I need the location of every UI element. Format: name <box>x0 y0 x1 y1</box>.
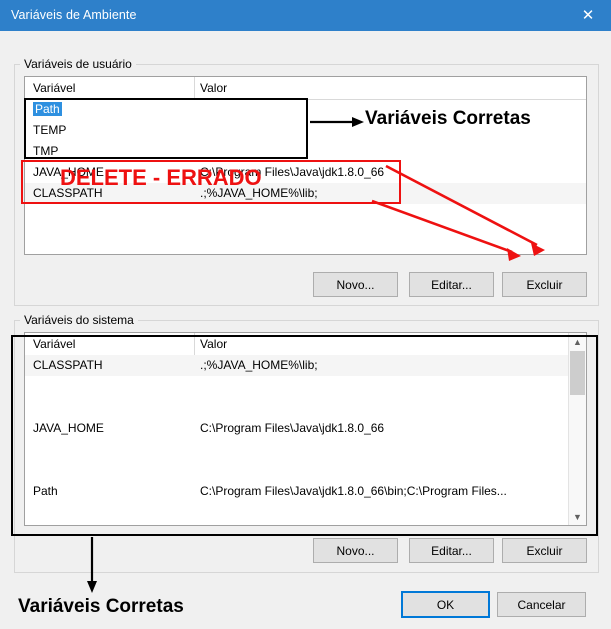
user-variables-group-label: Variáveis de usuário <box>20 57 136 71</box>
user-edit-button[interactable]: Editar... <box>409 272 494 297</box>
annotation-box-correct-user <box>24 98 308 159</box>
user-col-value[interactable]: Valor <box>200 81 227 95</box>
user-delete-button[interactable]: Excluir <box>502 272 587 297</box>
annotation-box-correct-system <box>11 335 598 536</box>
user-list-header: Variável Valor <box>25 77 586 100</box>
annotation-label-correct-bottom: Variáveis Corretas <box>18 596 184 617</box>
annotation-label-correct-top: Variáveis Corretas <box>365 108 531 129</box>
system-delete-button[interactable]: Excluir <box>502 538 587 563</box>
system-new-button[interactable]: Novo... <box>313 538 398 563</box>
ok-button[interactable]: OK <box>401 591 490 618</box>
system-variables-group-label: Variáveis do sistema <box>20 313 138 327</box>
close-icon[interactable]: ✕ <box>565 0 611 31</box>
system-edit-button[interactable]: Editar... <box>409 538 494 563</box>
user-col-name[interactable]: Variável <box>33 81 75 95</box>
user-new-button[interactable]: Novo... <box>313 272 398 297</box>
cancel-button[interactable]: Cancelar <box>497 592 586 617</box>
user-col-divider <box>194 77 195 99</box>
annotation-label-wrong: DELETE - ERRADO <box>60 165 262 190</box>
window-title: Variáveis de Ambiente <box>11 8 137 22</box>
title-bar: Variáveis de Ambiente ✕ <box>0 0 611 31</box>
